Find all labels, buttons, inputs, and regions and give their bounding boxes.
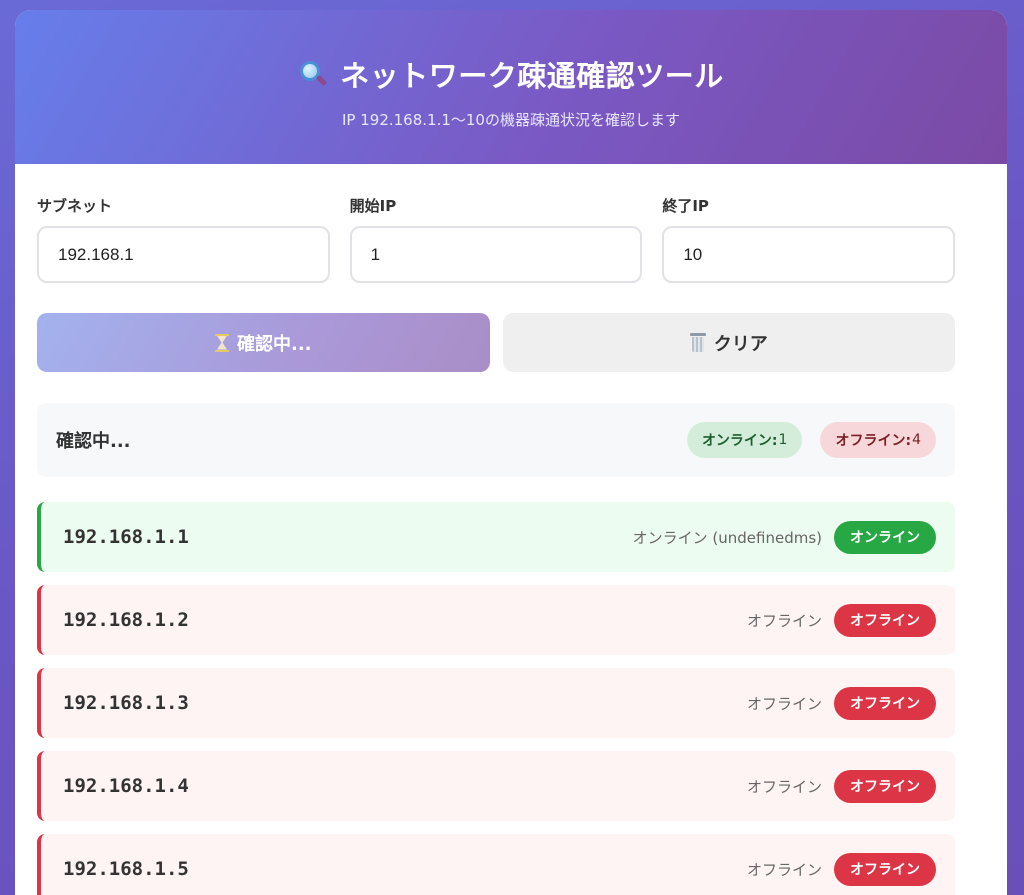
online-count-value: 1 <box>778 432 788 448</box>
end-ip-label: 終了IP <box>662 197 709 215</box>
clear-button[interactable]: クリア <box>502 313 955 372</box>
offline-count-badge: オフライン: 4 <box>820 422 936 458</box>
result-row: 192.168.1.4 オフライン オフライン <box>37 751 955 821</box>
result-status-badge: オフライン <box>834 852 936 886</box>
result-detail: オフライン <box>746 777 822 796</box>
ip-range-form: サブネット 開始IP 終了IP <box>37 195 956 283</box>
result-row: 192.168.1.3 オフライン オフライン <box>37 668 955 738</box>
result-ip: 192.168.1.2 <box>63 609 189 631</box>
result-detail: オフライン <box>746 611 822 630</box>
subnet-field-group: サブネット <box>37 195 330 283</box>
app-header: ネットワーク疎通確認ツール IP 192.168.1.1〜10の機器疎通状況を確… <box>15 10 1007 164</box>
online-count-label: オンライン: <box>701 433 778 449</box>
results-list: 192.168.1.1 オンライン (undefinedms) オンライン 19… <box>37 502 955 895</box>
result-ip: 192.168.1.5 <box>63 858 189 880</box>
start-ip-label: 開始IP <box>349 197 397 215</box>
result-row: 192.168.1.2 オフライン オフライン <box>37 585 955 655</box>
result-status-badge: オンライン <box>834 520 936 554</box>
page-title: ネットワーク疎通確認ツール <box>15 10 1007 95</box>
online-count-badge: オンライン: 1 <box>686 422 803 458</box>
magnifying-glass-icon <box>298 59 328 89</box>
start-ip-field-group: 開始IP <box>349 195 643 283</box>
end-ip-field-group: 終了IP <box>662 195 956 283</box>
clear-button-label: クリア <box>713 333 768 355</box>
page-subtitle: IP 192.168.1.1〜10の機器疎通状況を確認します <box>342 111 680 129</box>
end-ip-input[interactable] <box>662 226 956 283</box>
result-detail: オフライン <box>746 694 822 713</box>
status-text: 確認中... <box>56 431 131 452</box>
subnet-input[interactable] <box>37 226 330 283</box>
subnet-label: サブネット <box>37 197 113 215</box>
result-detail: オフライン <box>746 860 822 879</box>
result-ip: 192.168.1.1 <box>63 526 189 548</box>
result-status-badge: オフライン <box>834 769 936 803</box>
page-title-text: ネットワーク疎通確認ツール <box>340 59 724 93</box>
trash-icon <box>689 333 706 352</box>
result-detail: オンライン (undefinedms) <box>632 528 822 547</box>
start-ip-input[interactable] <box>349 226 643 283</box>
action-buttons: 確認中... クリア <box>37 313 955 372</box>
check-button[interactable]: 確認中... <box>37 313 490 372</box>
result-status-badge: オフライン <box>834 686 936 720</box>
offline-count-label: オフライン: <box>835 433 912 449</box>
result-ip: 192.168.1.4 <box>63 775 189 797</box>
result-row: 192.168.1.5 オフライン オフライン <box>37 834 955 895</box>
result-ip: 192.168.1.3 <box>63 692 189 714</box>
offline-count-value: 4 <box>912 432 921 448</box>
result-status-badge: オフライン <box>834 603 936 637</box>
result-row: 192.168.1.1 オンライン (undefinedms) オンライン <box>37 502 955 572</box>
check-button-label: 確認中... <box>236 333 312 355</box>
hourglass-icon <box>214 333 229 352</box>
status-bar: 確認中... オンライン: 1 オフライン: 4 <box>37 403 955 477</box>
